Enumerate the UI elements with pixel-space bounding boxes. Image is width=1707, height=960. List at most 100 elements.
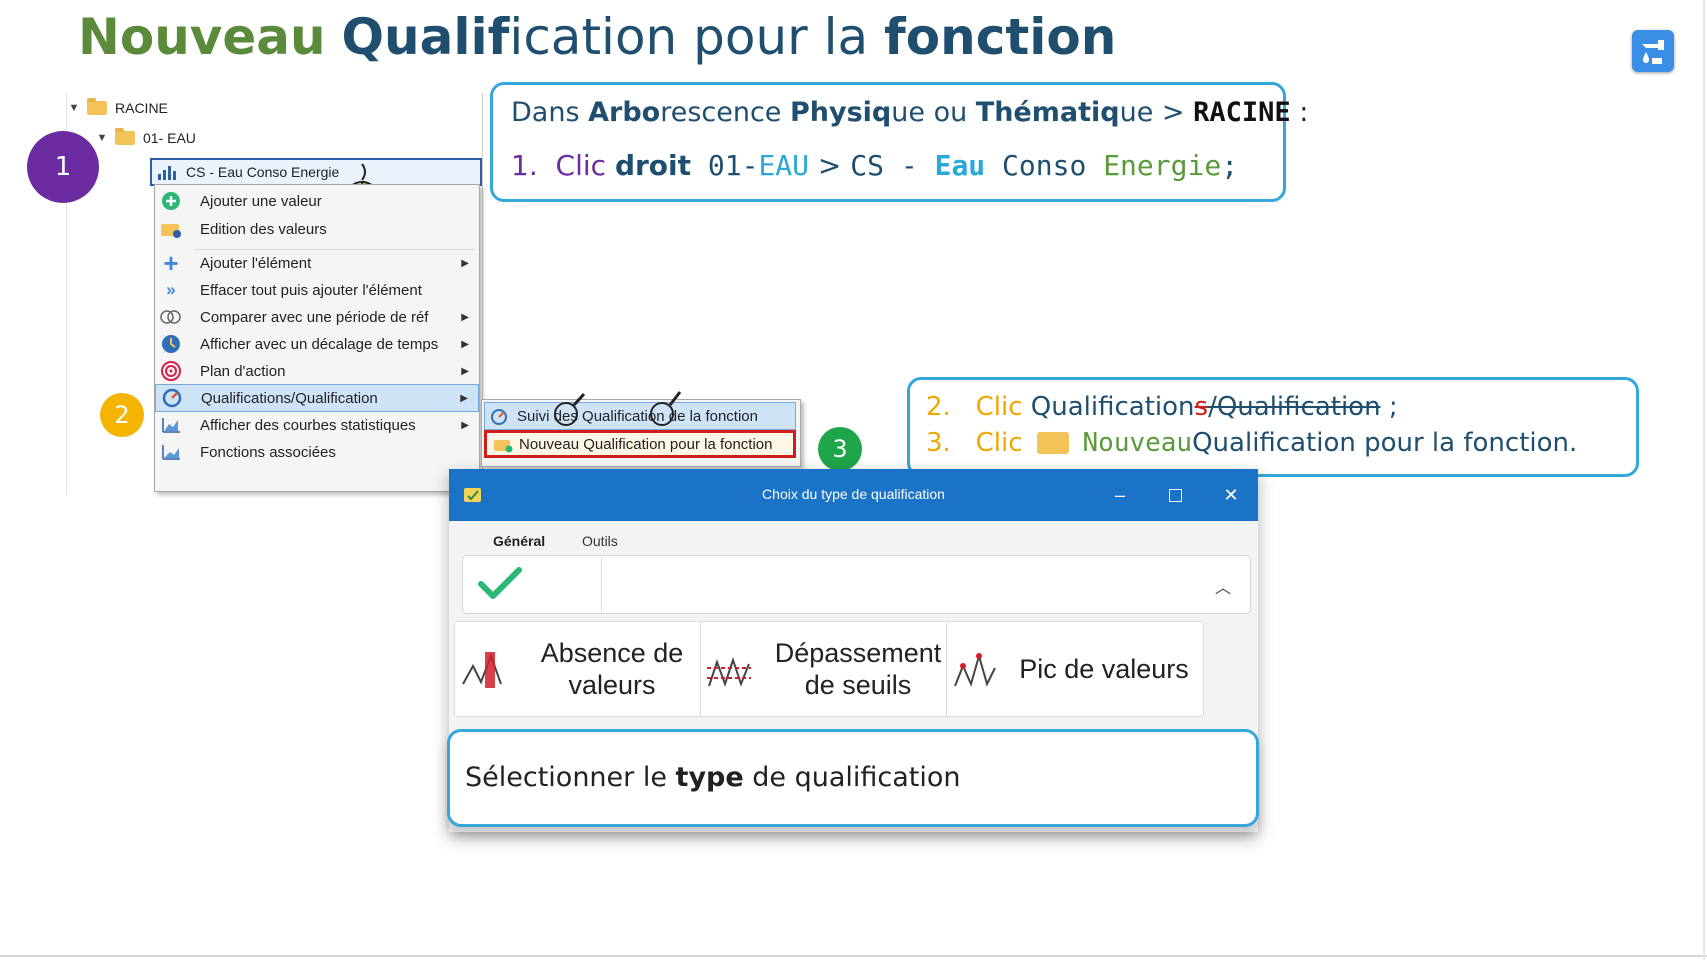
card-label: Pic de valeurs bbox=[1011, 622, 1197, 716]
threshold-exceed-chart-icon bbox=[707, 656, 751, 688]
menu-item-ajouter-une-valeur[interactable]: Ajouter une valeur bbox=[155, 187, 479, 215]
menu-item-label: Effacer tout puis ajouter l'élément bbox=[200, 281, 422, 299]
water-tap-logo-icon bbox=[1632, 30, 1674, 72]
menu-item-comparer[interactable]: Comparer avec une période de réf ▶ bbox=[155, 303, 479, 331]
step-badge-3: 3 bbox=[818, 427, 862, 471]
menu-item-label: Ajouter l'élément bbox=[200, 254, 312, 272]
stats-chart-icon bbox=[160, 415, 182, 435]
bar-chart-icon bbox=[158, 164, 178, 180]
menu-item-edition-des-valeurs[interactable]: Edition des valeurs bbox=[155, 215, 479, 243]
callout1-line1: Dans Arborescence Physique ou Thématique… bbox=[511, 97, 1309, 128]
title-word-qualif: Qualif bbox=[341, 8, 510, 66]
dialog-titlebar: Choix du type de qualification – ✕ bbox=[449, 469, 1258, 521]
title-word-fonction: fonction bbox=[884, 8, 1117, 66]
slide-right-border bbox=[1703, 0, 1705, 960]
dialog-tabs: Général Outils bbox=[449, 521, 1258, 558]
card-label-line1: Absence de bbox=[540, 638, 684, 668]
slide-bottom-border bbox=[0, 955, 1707, 957]
compare-circles-icon bbox=[160, 307, 182, 327]
menu-item-label: Comparer avec une période de réf bbox=[200, 308, 429, 326]
instruction-callout-1: Dans Arborescence Physique ou Thématique… bbox=[490, 82, 1308, 202]
plus-icon: + bbox=[163, 247, 179, 278]
menu-item-label: Edition des valeurs bbox=[200, 220, 327, 238]
card-label-line2: valeurs bbox=[568, 670, 656, 700]
card-label: Absence de valeurs bbox=[519, 622, 705, 716]
tree-node-label: 01- EAU bbox=[143, 130, 196, 146]
maximize-button[interactable] bbox=[1160, 481, 1190, 509]
callout1-line2: 1. Clic droit 01-EAU > CS - Eau Conso En… bbox=[511, 149, 1239, 182]
dialog-title: Choix du type de qualification bbox=[762, 486, 945, 502]
add-circle-icon bbox=[160, 191, 182, 211]
step-badge-1: 1 bbox=[27, 131, 99, 203]
folder-icon bbox=[87, 98, 107, 115]
menu-item-label: Fonctions associées bbox=[200, 443, 336, 461]
menu-item-label: Qualifications/Qualification bbox=[201, 389, 378, 407]
target-icon bbox=[160, 361, 182, 381]
submenu-arrow-icon: ▶ bbox=[461, 338, 469, 350]
menu-item-effacer-tout[interactable]: » Effacer tout puis ajouter l'élément bbox=[155, 276, 479, 304]
menu-item-courbes-statistiques[interactable]: Afficher des courbes statistiques ▶ bbox=[155, 411, 479, 439]
menu-item-ajouter-element[interactable]: + Ajouter l'élément ▶ bbox=[155, 247, 479, 278]
folder-edit-icon bbox=[160, 219, 182, 239]
menu-item-fonctions-associees[interactable]: Fonctions associées bbox=[155, 438, 479, 466]
submenu-arrow-icon: ▶ bbox=[460, 392, 468, 404]
step-number: 1 bbox=[54, 152, 72, 182]
minimize-button[interactable]: – bbox=[1105, 481, 1135, 509]
card-depassement-de-seuils[interactable]: Dépassement de seuils bbox=[700, 621, 958, 717]
folder-icon bbox=[115, 128, 135, 145]
function-chart-icon bbox=[160, 442, 182, 462]
card-label-line1: Pic de valeurs bbox=[1019, 654, 1189, 684]
ribbon-divider bbox=[601, 556, 602, 613]
tree-node-cs-eau-conso-energie[interactable]: CS - Eau Conso Energie bbox=[150, 158, 482, 186]
dialog-ribbon: ︿ bbox=[462, 555, 1251, 614]
tree-node-racine[interactable]: ▼ RACINE bbox=[67, 93, 482, 123]
menu-item-label: Afficher avec un décalage de temps bbox=[200, 335, 439, 353]
chevron-down-icon[interactable]: ▼ bbox=[67, 102, 81, 114]
submenu-arrow-icon: ▶ bbox=[461, 257, 469, 269]
tree-node-label: RACINE bbox=[115, 100, 168, 116]
title-word-nouveau: Nouveau bbox=[78, 8, 326, 66]
close-button[interactable]: ✕ bbox=[1216, 481, 1246, 509]
card-absence-de-valeurs[interactable]: Absence de valeurs bbox=[454, 621, 712, 717]
menu-item-plan-action[interactable]: Plan d'action ▶ bbox=[155, 357, 479, 385]
title-word-ication: ication pour la bbox=[509, 8, 885, 66]
tree-node-label: CS - Eau Conso Energie bbox=[186, 164, 340, 180]
card-label: Dépassement de seuils bbox=[765, 622, 951, 716]
menu-item-decalage[interactable]: Afficher avec un décalage de temps ▶ bbox=[155, 330, 479, 358]
menu-item-label: Ajouter une valeur bbox=[200, 192, 322, 210]
step-number: 2 bbox=[114, 401, 130, 429]
step-badge-2: 2 bbox=[100, 393, 144, 437]
submenu-arrow-icon: ▶ bbox=[461, 365, 469, 377]
page-title: Nouveau Qualification pour la fonction bbox=[78, 8, 1116, 66]
value-peak-chart-icon bbox=[954, 652, 996, 687]
qualification-gauge-icon bbox=[161, 388, 183, 408]
submenu-arrow-icon: ▶ bbox=[461, 311, 469, 323]
chevron-down-icon[interactable]: ▼ bbox=[95, 132, 109, 144]
folder-new-icon bbox=[493, 437, 513, 453]
submenu-item-label: Nouveau Qualification pour la fonction bbox=[519, 435, 773, 453]
folder-icon bbox=[1036, 432, 1069, 454]
menu-item-qualifications[interactable]: Qualifications/Qualification ▶ bbox=[155, 384, 479, 412]
clock-globe-icon bbox=[160, 334, 182, 354]
tab-general[interactable]: Général bbox=[493, 533, 545, 549]
callout2-line1: 2. Clic Qualifications/Qualification ; bbox=[926, 392, 1398, 422]
qualification-gauge-icon bbox=[491, 409, 509, 425]
card-pic-de-valeurs[interactable]: Pic de valeurs bbox=[946, 621, 1204, 717]
menu-item-label: Plan d'action bbox=[200, 362, 286, 380]
chevron-up-icon[interactable]: ︿ bbox=[1215, 574, 1231, 598]
magnifier-marks-icon bbox=[554, 391, 682, 426]
callout2-line2: 3. Clic Nouveau Qualification pour la fo… bbox=[926, 428, 1578, 458]
submenu-arrow-icon: ▶ bbox=[461, 419, 469, 431]
submenu-item-nouveau-qualification[interactable]: Nouveau Qualification pour la fonction bbox=[484, 430, 796, 458]
callout3-text: Sélectionner le type de qualification bbox=[465, 762, 961, 793]
context-menu: Ajouter une valeur Edition des valeurs +… bbox=[154, 184, 480, 492]
absence-values-chart-icon bbox=[462, 652, 502, 688]
tab-outils[interactable]: Outils bbox=[582, 533, 618, 549]
instruction-callout-2: 2. Clic Qualifications/Qualification ; 3… bbox=[907, 377, 1639, 477]
step-number: 3 bbox=[832, 435, 848, 463]
instruction-callout-3: Sélectionner le type de qualification bbox=[447, 729, 1259, 827]
checkmark-validate-button[interactable] bbox=[477, 566, 523, 602]
tree-node-01-eau[interactable]: ▼ 01- EAU bbox=[67, 123, 482, 153]
double-chevron-right-icon: » bbox=[166, 280, 176, 299]
card-label-line1: Dépassement bbox=[774, 638, 942, 668]
